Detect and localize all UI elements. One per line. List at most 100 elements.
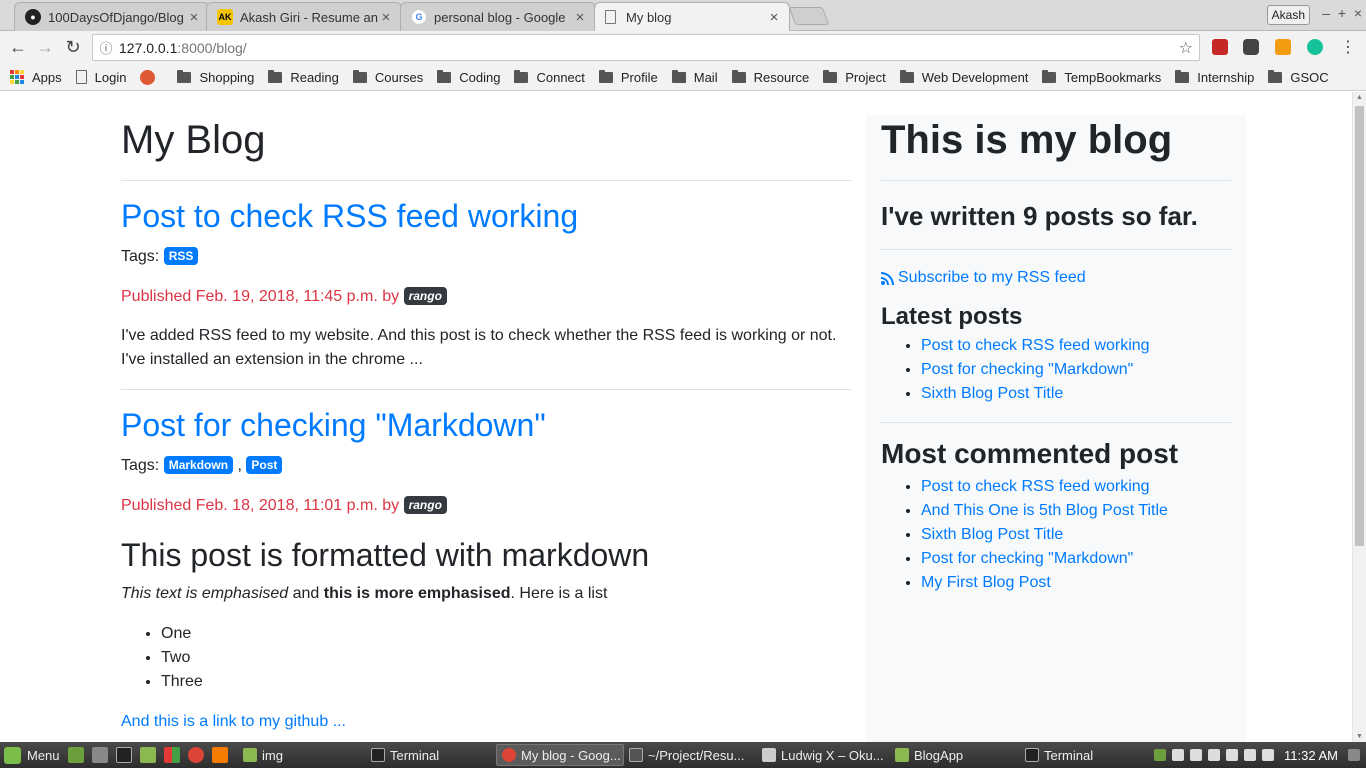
info-icon[interactable]: ⓘ [93,38,119,57]
tag-badge[interactable]: Post [246,456,283,474]
list-item: Post for checking "Markdown" [921,358,1231,382]
close-window-icon[interactable]: × [1354,5,1362,21]
browser-tab[interactable]: G personal blog - Google × [400,2,596,31]
clock[interactable]: 11:32 AM [1284,748,1338,763]
bookmark-folder[interactable]: Coding [437,69,501,85]
browser-tab-active[interactable]: My blog × [594,2,790,31]
show-desktop-icon[interactable] [68,747,84,763]
taskbar-item-active[interactable]: My blog - Goog... [496,744,624,766]
minimize-icon[interactable]: – [1322,5,1330,21]
music-icon [762,748,776,762]
bookmark-label: Project [845,69,886,85]
scrollbar-thumb[interactable] [1355,106,1364,546]
taskbar-item[interactable]: ~/Project/Resu... [624,744,757,766]
bookmark-duckduckgo[interactable] [140,69,163,85]
taskbar-item[interactable]: BlogApp [890,744,1020,766]
start-menu-button[interactable]: Menu [0,746,68,764]
pocket-icon[interactable] [1243,39,1259,55]
page-scrollbar[interactable]: ▲ ▼ [1352,92,1366,742]
commented-post-link[interactable]: And This One is 5th Blog Post Title [921,502,1168,519]
published-text: Published Feb. 18, 2018, 11:01 p.m. by [121,497,400,514]
close-icon[interactable]: × [573,9,587,26]
terminal-icon[interactable] [116,747,132,763]
folder-icon [731,69,746,83]
menu-kebab-icon[interactable]: ⋮ [1337,37,1359,57]
rss-extension-icon[interactable] [1275,39,1291,55]
chrome-icon [502,748,516,762]
close-icon[interactable]: × [767,9,781,26]
latest-post-link[interactable]: Post for checking "Markdown" [921,361,1133,378]
address-bar[interactable]: ⓘ 127.0.0.1:8000/blog/ ☆ [92,34,1200,61]
scroll-down-icon[interactable]: ▼ [1356,733,1363,740]
screenshot-icon[interactable] [92,747,108,763]
folder-icon [1268,69,1283,83]
network-icon[interactable] [1208,749,1221,761]
latest-post-link[interactable]: Post to check RSS feed working [921,337,1150,354]
new-tab-button[interactable] [788,7,830,25]
close-icon[interactable]: × [187,9,201,26]
latest-post-link[interactable]: Sixth Blog Post Title [921,385,1063,402]
commented-post-link[interactable]: Post for checking "Markdown" [921,550,1133,567]
taskbar-item[interactable]: Terminal [366,744,496,766]
bookmark-folder[interactable]: Shopping [177,69,254,85]
bookmark-folder[interactable]: Project [823,69,886,85]
scroll-up-icon[interactable]: ▲ [1356,94,1363,101]
bookmark-folder[interactable]: Courses [352,69,423,85]
tag-badge[interactable]: Markdown [163,456,234,474]
post-title-link[interactable]: Post for checking "Markdown" [121,407,546,443]
bluetooth-icon[interactable] [1172,749,1185,761]
back-icon[interactable]: ← [7,37,29,58]
taskbar-item[interactable]: img [238,744,366,766]
folder-icon [243,748,257,762]
bookmark-apps[interactable]: Apps [10,70,62,85]
bookmark-folder[interactable]: Resource [731,69,809,85]
volume-icon[interactable] [1262,749,1275,761]
reload-icon[interactable]: ↻ [62,37,84,58]
apps-icon[interactable] [164,747,180,763]
rss-icon [881,271,894,285]
commented-post-link[interactable]: Sixth Blog Post Title [921,526,1063,543]
taskbar-item[interactable]: Ludwig X – Oku... [757,744,890,766]
taskbar-item[interactable]: Terminal [1020,744,1140,766]
divider [121,180,851,181]
bookmark-folder[interactable]: Connect [514,69,585,85]
bookmark-folder[interactable]: Reading [268,69,339,85]
maximize-icon[interactable]: + [1338,5,1346,21]
page-icon [605,10,616,24]
chrome-icon[interactable] [188,747,204,763]
post-title-link[interactable]: Post to check RSS feed working [121,198,578,234]
bookmark-label: Profile [620,69,658,85]
clipboard-icon[interactable] [1190,749,1203,761]
workspace-icon[interactable] [1348,749,1360,761]
extension-book-icon[interactable] [1212,39,1228,55]
user-icon[interactable] [1226,749,1239,761]
bookmark-star-icon[interactable]: ☆ [1179,38,1193,58]
rss-subscribe-link[interactable]: Subscribe to my RSS feed [898,266,1086,290]
bookmark-folder[interactable]: Mail [671,69,718,85]
divider [121,389,851,390]
sublime-icon [629,748,643,762]
files-icon[interactable] [140,747,156,763]
bookmark-folder[interactable]: Web Development [899,69,1028,85]
shield-icon[interactable] [1154,749,1167,761]
profile-button[interactable]: Akash [1266,5,1310,25]
forward-icon[interactable]: → [34,37,56,58]
browser-tab[interactable]: AK Akash Giri - Resume an × [206,2,402,31]
bookmark-folder[interactable]: Profile [598,69,658,85]
bookmark-folder[interactable]: TempBookmarks [1042,69,1161,85]
commented-post-link[interactable]: My First Blog Post [921,574,1051,591]
browser-tab[interactable]: ● 100DaysOfDjango/Blog × [14,2,210,31]
bookmark-folder[interactable]: Internship [1175,69,1254,85]
close-icon[interactable]: × [379,9,393,26]
wifi-icon[interactable] [1244,749,1257,761]
bookmark-login[interactable]: Login [75,70,126,85]
commented-post-link[interactable]: Post to check RSS feed working [921,478,1150,495]
bookmark-folder[interactable]: GSOC [1268,69,1329,85]
github-link[interactable]: And this is a link to my github ... [121,713,346,730]
sidebar: This is my blog I've written 9 posts so … [866,115,1246,742]
tag-badge[interactable]: RSS [163,247,199,265]
google-icon: G [411,9,427,25]
sublime-icon[interactable] [212,747,228,763]
bookmark-label: Coding [459,69,501,85]
grammarly-icon[interactable] [1307,39,1323,55]
